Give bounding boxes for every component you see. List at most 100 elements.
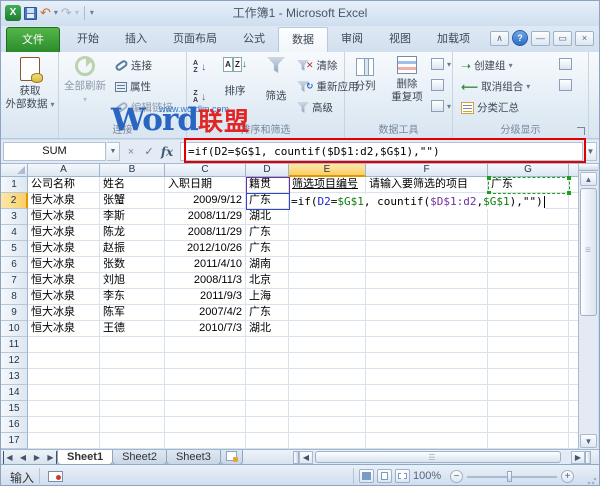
row-header-9[interactable]: 9 [1,305,28,321]
cell-F6[interactable] [366,257,488,273]
sheet-tab-Sheet2[interactable]: Sheet2 [112,450,167,465]
cell-F16[interactable] [366,417,488,433]
cell-G7[interactable] [488,273,569,289]
cell-F7[interactable] [366,273,488,289]
cell-D13[interactable] [246,369,289,385]
row-header-3[interactable]: 3 [1,209,28,225]
cell-G16[interactable] [488,417,569,433]
column-header-B[interactable]: B [100,164,165,177]
cell-A6[interactable]: 恒大冰泉 [28,257,100,273]
cell-B14[interactable] [100,385,165,401]
cell-E16[interactable] [289,417,366,433]
cell-E6[interactable] [289,257,366,273]
cell-C12[interactable] [165,353,246,369]
row-header-14[interactable]: 14 [1,385,28,401]
cell-D2[interactable]: 广东 [246,193,289,209]
cell-A17[interactable] [28,433,100,449]
redo-icon[interactable]: ↷ [61,4,72,22]
cell-G8[interactable] [488,289,569,305]
cell-C4[interactable]: 2008/11/29 [165,225,246,241]
cell-C5[interactable]: 2012/10/26 [165,241,246,257]
vertical-scroll-thumb[interactable] [580,188,597,316]
sort-ascending-button[interactable]: AZ↓ [193,60,206,74]
column-header-A[interactable]: A [28,164,100,177]
zoom-slider-track[interactable] [467,476,557,478]
tab-加载项[interactable]: 加载项 [424,28,483,52]
cell-G15[interactable] [488,401,569,417]
cell-A9[interactable]: 恒大冰泉 [28,305,100,321]
cell-D15[interactable] [246,401,289,417]
help-icon[interactable]: ? [512,30,528,46]
cell-G17[interactable] [488,433,569,449]
cell-E9[interactable] [289,305,366,321]
row-header-10[interactable]: 10 [1,321,28,337]
row-header-12[interactable]: 12 [1,353,28,369]
cell-F3[interactable] [366,209,488,225]
cell-A4[interactable]: 恒大冰泉 [28,225,100,241]
cell-D1[interactable]: 籍贯 [246,177,289,193]
sort-button[interactable]: AZ↓ 排序 [215,57,255,98]
tab-数据[interactable]: 数据 [278,27,328,52]
show-detail-button[interactable] [559,58,572,70]
consolidate-button[interactable] [431,79,444,91]
cell-A14[interactable] [28,385,100,401]
vertical-scrollbar[interactable]: ▲ ▼ [578,164,598,449]
zoom-slider-handle[interactable] [507,471,512,482]
cell-E1[interactable]: 筛选项目编号 [289,177,366,193]
cell-B16[interactable] [100,417,165,433]
cell-F11[interactable] [366,337,488,353]
cell-D8[interactable]: 上海 [246,289,289,305]
cell-A8[interactable]: 恒大冰泉 [28,289,100,305]
tab-视图[interactable]: 视图 [376,28,424,52]
cell-D16[interactable] [246,417,289,433]
cell-D7[interactable]: 北京 [246,273,289,289]
cell-B6[interactable]: 张数 [100,257,165,273]
prev-sheet-icon[interactable]: ◀ [17,451,29,464]
cell-C14[interactable] [165,385,246,401]
macro-record-icon[interactable] [48,471,63,482]
filter-button[interactable]: 筛选 [257,57,295,103]
cell-B10[interactable]: 王德 [100,321,165,337]
horizontal-scrollbar[interactable]: ◀ ▶ [293,451,591,464]
cell-E11[interactable] [289,337,366,353]
cell-F1[interactable]: 请输入要筛选的项目 [366,177,488,193]
row-header-16[interactable]: 16 [1,417,28,433]
last-sheet-icon[interactable]: ▶ [45,451,57,464]
cell-C3[interactable]: 2008/11/29 [165,209,246,225]
cell-F10[interactable] [366,321,488,337]
cell-G11[interactable] [488,337,569,353]
horizontal-split-handle-2[interactable] [585,451,591,464]
column-header-E[interactable]: E [289,164,366,177]
resize-grip[interactable] [587,475,597,485]
excel-logo-icon[interactable]: X [5,5,21,21]
cell-C2[interactable]: 2009/9/12 [165,193,246,209]
cell-B12[interactable] [100,353,165,369]
cell-D3[interactable]: 湖北 [246,209,289,225]
cell-A12[interactable] [28,353,100,369]
cell-E3[interactable] [289,209,366,225]
row-header-6[interactable]: 6 [1,257,28,273]
sort-descending-button[interactable]: ZA↓ [193,90,206,104]
outline-dialog-launcher-icon[interactable] [577,127,585,135]
page-layout-view-icon[interactable] [377,469,392,483]
undo-dropdown-icon[interactable]: ▾ [54,4,58,22]
row-header-15[interactable]: 15 [1,401,28,417]
cell-F15[interactable] [366,401,488,417]
clear-filter-button[interactable]: ✕ 清除 [297,58,338,73]
cell-D5[interactable]: 广东 [246,241,289,257]
scroll-up-icon[interactable]: ▲ [580,172,597,186]
cell-C17[interactable] [165,433,246,449]
cell-E17[interactable] [289,433,366,449]
cell-D11[interactable] [246,337,289,353]
cell-A16[interactable] [28,417,100,433]
remove-duplicates-button[interactable]: 删除 重复项 [385,56,429,104]
cell-E5[interactable] [289,241,366,257]
cell-B5[interactable]: 赵振 [100,241,165,257]
cell-E8[interactable] [289,289,366,305]
cell-B7[interactable]: 刘旭 [100,273,165,289]
get-external-data-button[interactable]: 获取 外部数据 ▾ [1,57,59,111]
subtotal-button[interactable]: 分类汇总 [461,100,519,115]
column-header-D[interactable]: D [246,164,289,177]
cell-D14[interactable] [246,385,289,401]
cell-G14[interactable] [488,385,569,401]
